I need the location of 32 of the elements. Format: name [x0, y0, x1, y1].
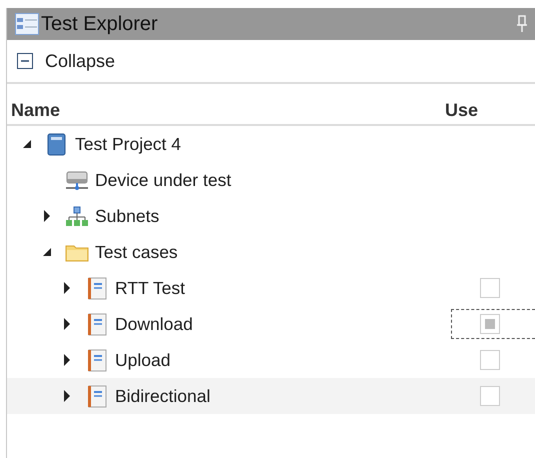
tree-item-label: Bidirectional — [115, 386, 212, 406]
tree-item-label: Subnets — [95, 206, 160, 226]
tree-row[interactable]: Bidirectional — [7, 378, 535, 414]
collapsed-arrow-icon[interactable] — [63, 282, 71, 294]
collapsed-arrow-icon[interactable] — [63, 390, 71, 402]
notebook-icon — [85, 276, 109, 300]
checkbox[interactable] — [480, 386, 500, 406]
window-icon — [15, 13, 39, 35]
notebook-icon — [85, 348, 109, 372]
notebook-icon — [85, 312, 109, 336]
tree-item-label: Download — [115, 314, 194, 334]
device-icon — [65, 168, 89, 192]
tree-item-label: RTT Test — [115, 278, 186, 298]
window-title: Test Explorer — [41, 12, 159, 36]
checkbox[interactable] — [480, 350, 500, 370]
collapsed-arrow-icon[interactable] — [43, 210, 51, 222]
network-icon — [65, 204, 89, 228]
checkbox[interactable] — [480, 278, 500, 298]
column-header: Use — [445, 100, 480, 121]
checkbox[interactable] — [480, 314, 500, 334]
tree-item-label: Test Project 4 — [75, 134, 182, 154]
collapse-icon — [17, 53, 33, 69]
collapse-button[interactable]: Collapse — [17, 50, 116, 72]
notebook-icon — [85, 384, 109, 408]
tree-item-label: Upload — [115, 350, 172, 370]
expanded-arrow-icon[interactable] — [42, 247, 52, 257]
collapsed-arrow-icon[interactable] — [63, 354, 71, 366]
collapsed-arrow-icon[interactable] — [63, 318, 71, 330]
tree-item-label: Device under test — [95, 170, 232, 190]
tree-item-label: Test cases — [95, 242, 179, 262]
expanded-arrow-icon[interactable] — [22, 139, 32, 149]
column-header: Name — [11, 100, 62, 121]
